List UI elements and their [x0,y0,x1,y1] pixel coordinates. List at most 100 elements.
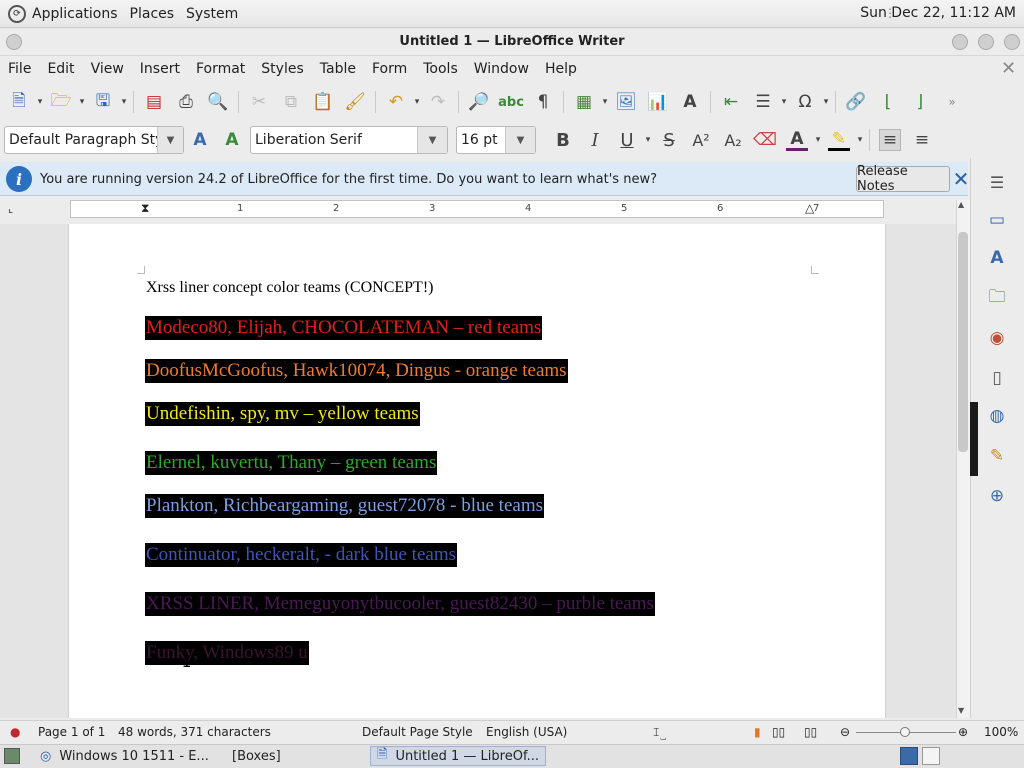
subscript-icon[interactable]: A₂ [722,129,744,151]
sidebar-page-icon[interactable]: ▯ [985,366,1009,390]
highlight-dropdown-icon[interactable]: ▾ [855,129,865,151]
doc-line-heading[interactable]: Xrss liner concept color teams (CONCEPT!… [145,276,434,300]
taskbar-item-boxes[interactable]: [Boxes] [226,746,287,766]
field-dropdown-icon[interactable]: ▾ [779,91,789,113]
multi-page-view-icon[interactable]: ▯▯ [772,725,785,739]
insert-textbox-icon[interactable]: A [679,91,701,113]
horizontal-ruler[interactable]: 1 2 3 4 5 6 7 ⧗ △ [70,200,884,218]
menu-edit[interactable]: Edit [39,56,82,82]
insert-table-icon[interactable]: ▦ [573,91,595,113]
insert-endnote-icon[interactable]: ⌋ [909,91,931,113]
menu-tools[interactable]: Tools [415,56,466,82]
left-indent-marker-icon[interactable]: ⧗ [141,201,149,216]
menu-window[interactable]: Window [466,56,537,82]
status-language[interactable]: English (USA) [486,725,567,739]
sidebar-gallery-icon[interactable]: 🗀 [985,286,1009,310]
menu-form[interactable]: Form [364,56,415,82]
sidebar-navigator-icon[interactable]: ◉ [985,326,1009,350]
maximize-button[interactable] [978,34,994,50]
menu-table[interactable]: Table [312,56,364,82]
font-color-dropdown-icon[interactable]: ▾ [813,129,823,151]
new-document-icon[interactable]: 🗎 [8,91,30,113]
insert-mode-icon[interactable]: 𝙸⎵ [652,725,666,740]
underline-icon[interactable]: U [616,129,638,151]
redo-icon[interactable]: ↷ [427,91,449,113]
insert-page-break-icon[interactable]: ⇤ [720,91,742,113]
panel-menu-system[interactable]: System [180,6,244,22]
taskbar-item-writer[interactable]: 🗎 Untitled 1 — LibreOf... [370,746,546,766]
status-zoom-level[interactable]: 100% [984,725,1018,739]
workspace-switcher-icon[interactable] [900,747,918,765]
print-icon[interactable]: ⎙ [175,91,197,113]
sidebar-properties-icon[interactable]: ▭ [985,208,1009,232]
zoom-slider-knob[interactable] [900,727,910,737]
align-center-icon[interactable]: ≡ [911,129,933,151]
menu-help[interactable]: Help [537,56,585,82]
panel-menu-applications[interactable]: Applications [26,6,124,22]
close-window-button[interactable] [1004,34,1020,50]
doc-line-yellow-teams[interactable]: Undefishin, spy, mv – yellow teams [145,402,420,426]
menu-insert[interactable]: Insert [132,56,188,82]
doc-line-purble-teams[interactable]: XRSS LINER, Memeguyonytbucooler, guest82… [145,592,655,616]
status-word-count[interactable]: 48 words, 371 characters [118,725,271,739]
menu-file[interactable]: File [0,56,39,82]
taskbar-item-vm[interactable]: ◎ Windows 10 1511 - E... [34,746,215,766]
tab-stop-icon[interactable]: ⌞ [8,202,13,215]
print-preview-icon[interactable]: 🔍 [207,91,229,113]
undo-icon[interactable]: ↶ [385,91,407,113]
doc-line-dark-blue-teams[interactable]: Continuator, heckeralt, - dark blue team… [145,543,457,567]
spelling-icon[interactable]: abc [498,91,524,113]
highlight-color-icon[interactable]: ✎ [828,129,850,151]
minimize-button[interactable] [952,34,968,50]
sidebar-style-inspector-icon[interactable]: ◍ [985,404,1009,428]
italic-icon[interactable]: I [584,129,606,151]
paragraph-style-dropdown-icon[interactable]: ▼ [157,127,183,153]
open-dropdown-icon[interactable]: ▾ [77,91,87,113]
align-left-icon[interactable]: ≡ [879,129,901,151]
special-char-dropdown-icon[interactable]: ▾ [821,91,831,113]
font-name-dropdown-icon[interactable]: ▼ [417,127,447,153]
insert-field-icon[interactable]: ☰ [752,91,774,113]
doc-line-red-teams[interactable]: Modeco80, Elijah, CHOCOLATEMAN – red tea… [145,316,543,340]
insert-footnote-icon[interactable]: ⌊ [877,91,899,113]
doc-line-green-teams[interactable]: Elernel, kuvertu, Thany – green teams [145,451,438,475]
clone-formatting-icon[interactable]: 🖌 [344,91,366,113]
scroll-down-icon[interactable]: ▼ [958,706,964,715]
single-page-view-icon[interactable]: ▮ [754,725,761,739]
toolbar-overflow-icon[interactable]: » [941,91,963,113]
sidebar-design-icon[interactable]: ⊕ [985,484,1009,508]
sidebar-menu-icon[interactable]: ☰ [985,170,1009,194]
insert-image-icon[interactable]: 🖼 [615,91,637,113]
sidebar-manage-changes-icon[interactable]: ✎ [985,444,1009,468]
workspace-switcher-icon[interactable] [922,747,940,765]
insert-hyperlink-icon[interactable]: 🔗 [845,91,867,113]
undo-dropdown-icon[interactable]: ▾ [412,91,422,113]
doc-line-orange-teams[interactable]: DoofusMcGoofus, Hawk10074, Dingus - oran… [145,359,568,383]
show-desktop-icon[interactable] [4,748,20,764]
distro-logo-icon[interactable]: ⟳ [8,4,26,23]
status-page-style[interactable]: Default Page Style [362,725,473,739]
update-style-icon[interactable]: A [189,129,211,151]
special-character-icon[interactable]: Ω [794,91,816,113]
paragraph-style-combo[interactable]: Default Paragraph Style ▼ [4,126,184,154]
superscript-icon[interactable]: A² [690,129,712,151]
font-color-icon[interactable]: A [786,129,808,151]
strikethrough-icon[interactable]: S [658,129,680,151]
book-view-icon[interactable]: ▯▯ [804,725,817,739]
doc-line-blue-teams[interactable]: Plankton, Richbeargaming, guest72078 - b… [145,494,544,518]
formatting-marks-icon[interactable]: ¶ [532,91,554,113]
menu-format[interactable]: Format [188,56,253,82]
save-icon[interactable]: 🖫 [92,91,114,113]
find-replace-icon[interactable]: 🔎 [468,91,490,113]
zoom-in-icon[interactable]: ⊕ [958,725,968,739]
doc-line-funky[interactable]: Funky, Windows89 u [145,641,309,665]
panel-menu-places[interactable]: Places [124,6,181,22]
close-infobar-icon[interactable]: ✕ [952,166,970,192]
insert-chart-icon[interactable]: 📊 [647,91,669,113]
clear-formatting-icon[interactable]: ⌫ [753,129,777,151]
open-folder-icon[interactable]: 🗁 [50,91,72,113]
status-page-count[interactable]: Page 1 of 1 [38,725,105,739]
right-indent-marker-icon[interactable]: △ [805,201,814,215]
new-dropdown-icon[interactable]: ▾ [35,91,45,113]
font-size-combo[interactable]: 16 pt ▼ [456,126,536,154]
